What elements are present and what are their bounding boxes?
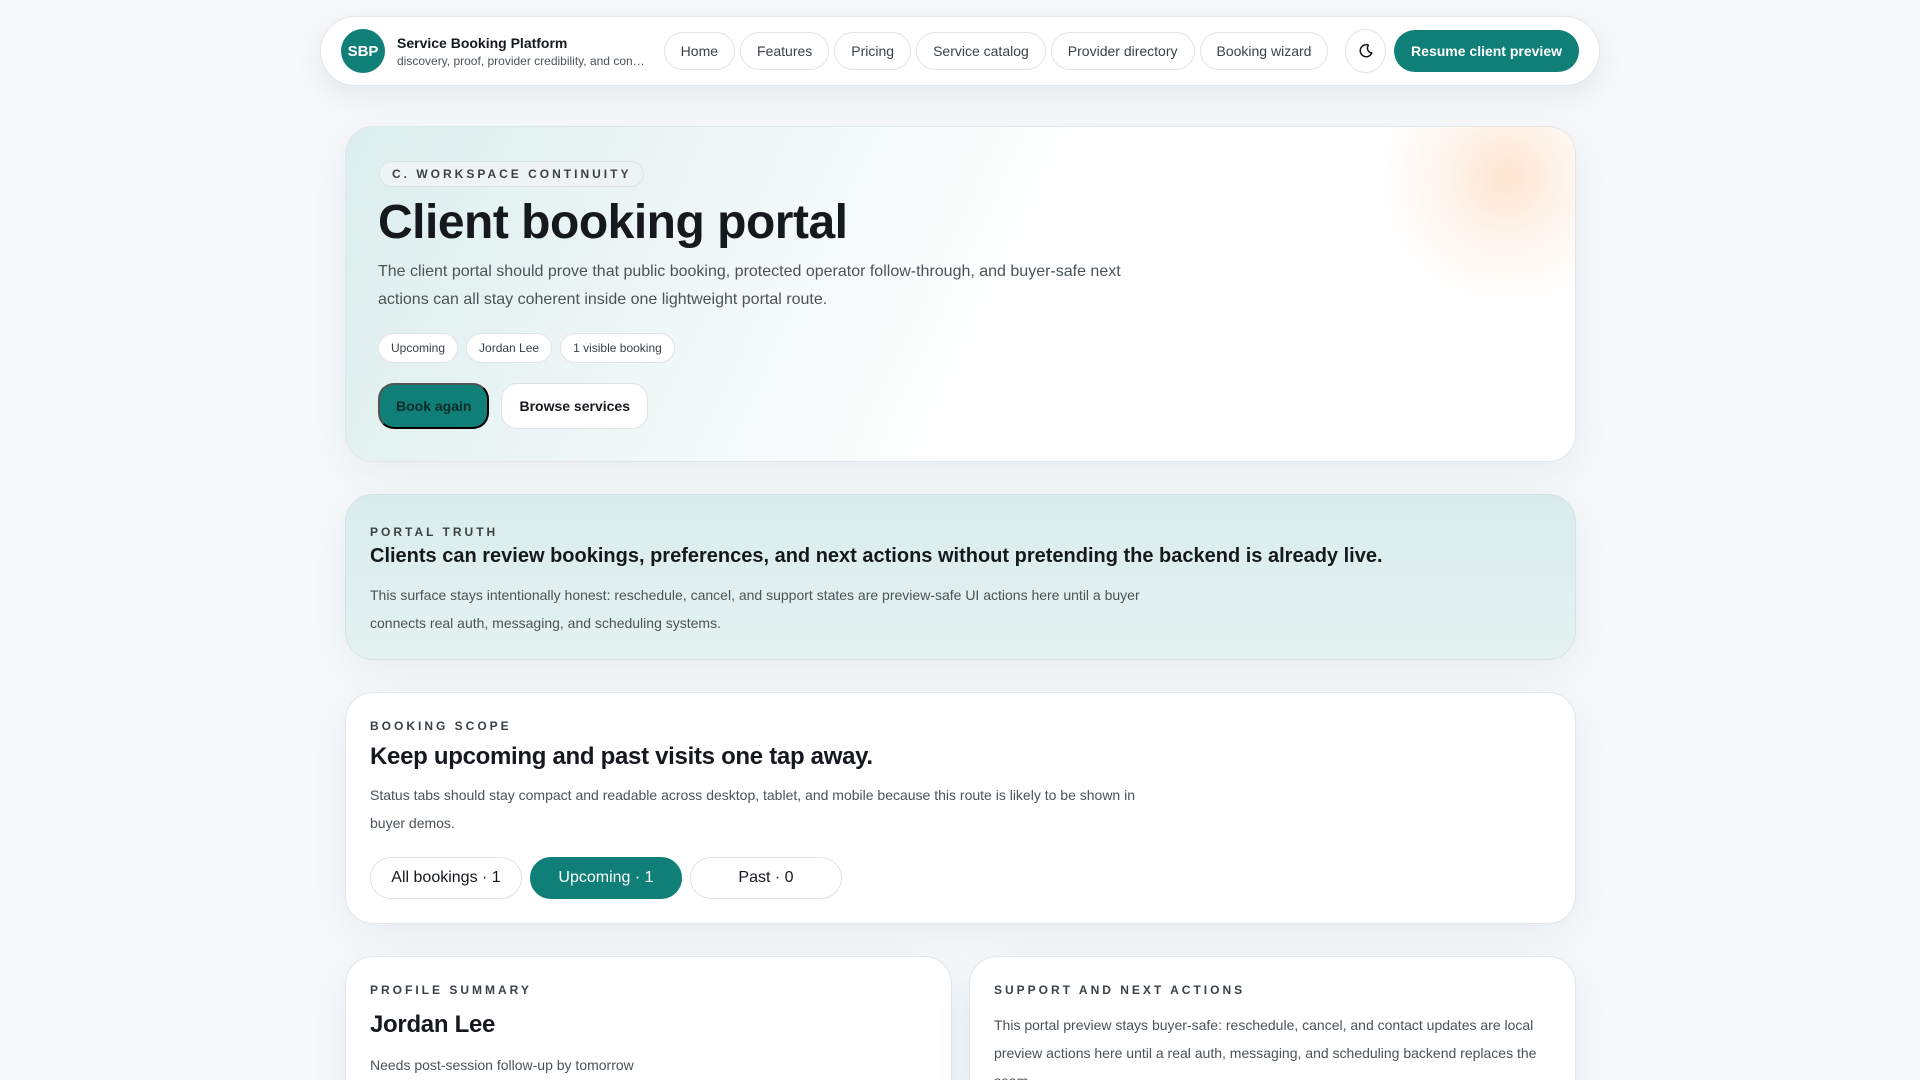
portal-truth-label: PORTAL TRUTH [370,525,499,539]
booking-status-tabs: All bookings · 1 Upcoming · 1 Past · 0 [370,857,842,899]
hero-actions: Book again Browse services [378,383,648,429]
nav-features[interactable]: Features [740,32,830,70]
brand-title: Service Booking Platform [397,34,568,51]
brand-subtitle: discovery, proof, provider credibility, … [397,53,645,68]
brand-logo-badge[interactable]: SBP [341,29,385,73]
moon-icon [1359,44,1373,58]
hero-card: C. WORKSPACE CONTINUITY Client booking p… [345,126,1576,462]
browse-services-button[interactable]: Browse services [501,383,648,429]
profile-summary-label: PROFILE SUMMARY [370,983,532,997]
tag-client: Jordan Lee [466,333,553,363]
support-body: This portal preview stays buyer-safe: re… [994,1017,1537,1080]
tab-all-bookings[interactable]: All bookings · 1 [370,857,522,899]
nav-pricing[interactable]: Pricing [834,32,912,70]
booking-scope-card: BOOKING SCOPE Keep upcoming and past vis… [345,692,1576,924]
profile-name: Jordan Lee [370,1011,496,1038]
nav-service-catalog[interactable]: Service catalog [916,32,1046,70]
booking-scope-heading: Keep upcoming and past visits one tap aw… [370,743,873,770]
tab-past[interactable]: Past · 0 [690,857,842,899]
portal-truth-card: PORTAL TRUTH Clients can review bookings… [345,494,1576,660]
tag-status: Upcoming [378,333,459,363]
support-label: SUPPORT AND NEXT ACTIONS [994,983,1246,997]
resume-client-preview-button[interactable]: Resume client preview [1394,30,1579,72]
brand-block: Service Booking Platform discovery, proo… [397,35,645,68]
portal-truth-body: This surface stays intentionally honest:… [370,587,1140,631]
tab-upcoming[interactable]: Upcoming · 1 [530,857,682,899]
hero-description: The client portal should prove that publ… [378,263,1121,308]
top-navigation: SBP Service Booking Platform discovery, … [320,16,1600,86]
nav-provider-directory[interactable]: Provider directory [1050,32,1195,70]
hero-tags: Upcoming Jordan Lee 1 visible booking [378,333,675,363]
portal-truth-heading: Clients can review bookings, preferences… [370,545,1383,567]
theme-toggle-button[interactable] [1345,29,1387,73]
hero-eyebrow: C. WORKSPACE CONTINUITY [379,161,645,187]
profile-note: Needs post-session follow-up by tomorrow [370,1057,634,1073]
profile-summary-card: PROFILE SUMMARY Jordan Lee Needs post-se… [345,956,952,1080]
booking-scope-label: BOOKING SCOPE [370,719,512,733]
page-title: Client booking portal [378,196,848,249]
support-next-actions-card: SUPPORT AND NEXT ACTIONS This portal pre… [969,956,1576,1080]
nav-booking-wizard[interactable]: Booking wizard [1199,32,1329,70]
booking-scope-body: Status tabs should stay compact and read… [370,787,1135,831]
main-nav: Home Features Pricing Service catalog Pr… [663,32,1329,70]
nav-home[interactable]: Home [663,32,736,70]
book-again-button[interactable]: Book again [378,383,490,429]
tag-booking-count: 1 visible booking [560,333,675,363]
